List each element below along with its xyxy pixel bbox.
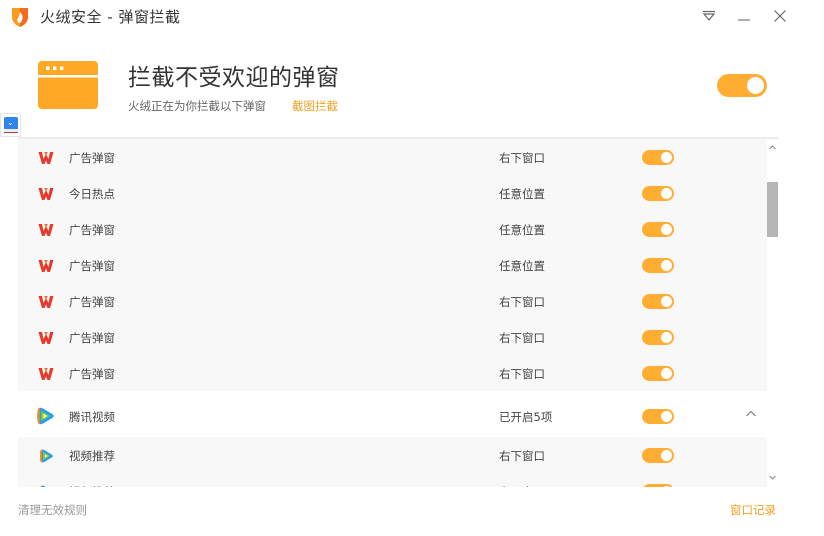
rule-toggle[interactable] <box>642 448 674 463</box>
rule-name: 广告弹窗 <box>69 259 115 273</box>
tencent-video-icon <box>38 484 54 487</box>
scroll-down-icon[interactable] <box>768 473 777 482</box>
rule-row: 广告弹窗 右下窗口 <box>18 139 767 175</box>
menu-button[interactable] <box>698 6 720 26</box>
popup-position: 任意位置 <box>499 223 545 237</box>
master-toggle[interactable] <box>717 74 767 97</box>
huorong-logo-icon <box>12 8 28 27</box>
tencent-video-icon <box>35 407 55 425</box>
clean-invalid-rules-link[interactable]: 清理无效规则 <box>18 502 87 518</box>
rule-row: 视频推荐 右下窗口 <box>18 473 767 487</box>
rule-toggle[interactable] <box>642 294 674 309</box>
rule-toggle[interactable] <box>642 366 674 381</box>
wps-icon <box>38 150 54 164</box>
wps-icon <box>38 186 54 200</box>
title-bar: 火绒安全 - 弹窗拦截 <box>0 0 824 34</box>
rule-name: 视频推荐 <box>69 484 115 487</box>
popup-position: 任意位置 <box>499 187 545 201</box>
rule-row: 广告弹窗 右下窗口 <box>18 319 767 355</box>
popup-window-icon <box>38 61 98 109</box>
window-log-link[interactable]: 窗口记录 <box>730 502 776 518</box>
scroll-up-icon[interactable] <box>768 143 777 152</box>
app-group-row: 腾讯视频 已开启5项 <box>18 395 767 437</box>
rule-name: 腾讯视频 <box>69 410 115 424</box>
popup-position: 右下窗口 <box>499 367 545 381</box>
close-button[interactable] <box>769 6 791 26</box>
rule-toggle[interactable] <box>642 258 674 273</box>
rule-name: 视频推荐 <box>69 449 115 463</box>
popup-rule-list: 广告弹窗 右下窗口 今日热点 任意位置 广告弹窗 任意位置 广告弹窗 任意位置 广告弹窗 右下窗口… <box>18 137 778 487</box>
rule-name: 广告弹窗 <box>69 367 115 381</box>
minimize-button[interactable] <box>733 6 755 26</box>
screenshot-block-link[interactable]: 截图拦截 <box>292 98 338 114</box>
popup-position: 右下窗口 <box>499 331 545 345</box>
vertical-scrollbar[interactable] <box>767 139 778 487</box>
rule-name: 今日热点 <box>69 187 115 201</box>
rule-row: 广告弹窗 任意位置 <box>18 211 767 247</box>
rule-row: 广告弹窗 任意位置 <box>18 247 767 283</box>
popup-blocker-window: 火绒安全 - 弹窗拦截 拦截不受欢迎的弹窗 火绒正在为你拦截以下弹窗 截图拦截 … <box>0 0 824 536</box>
rule-row: 视频推荐 右下窗口 <box>18 437 767 473</box>
popup-position: 右下窗口 <box>499 449 545 463</box>
popup-position: 右下窗口 <box>499 151 545 165</box>
chevron-up-icon[interactable] <box>745 408 757 420</box>
rule-row: 今日热点 任意位置 <box>18 175 767 211</box>
enabled-count: 已开启5项 <box>499 410 553 424</box>
rule-name: 广告弹窗 <box>69 331 115 345</box>
page-subtitle: 火绒正在为你拦截以下弹窗 <box>128 99 266 113</box>
rule-toggle[interactable] <box>642 484 674 487</box>
page-title: 拦截不受欢迎的弹窗 <box>128 65 340 91</box>
close-icon <box>774 10 786 22</box>
rule-row: 广告弹窗 右下窗口 <box>18 355 767 391</box>
rule-name: 广告弹窗 <box>69 223 115 237</box>
tencent-video-icon <box>38 448 54 463</box>
wps-icon <box>38 222 54 236</box>
rule-row: 广告弹窗 右下窗口 <box>18 283 767 319</box>
rule-toggle[interactable] <box>642 330 674 345</box>
rule-name: 广告弹窗 <box>69 295 115 309</box>
popup-position: 右下窗口 <box>499 295 545 309</box>
scrollbar-thumb[interactable] <box>767 182 778 237</box>
floating-widget[interactable]: ⌄ <box>0 113 21 137</box>
wps-icon <box>38 330 54 344</box>
wps-icon <box>38 366 54 380</box>
wps-icon <box>38 294 54 308</box>
rule-toggle[interactable] <box>642 409 674 424</box>
minimize-icon <box>738 19 750 21</box>
rule-toggle[interactable] <box>642 186 674 201</box>
window-title: 火绒安全 - 弹窗拦截 <box>40 8 181 26</box>
book-download-icon: ⌄ <box>4 117 18 133</box>
wps-icon <box>38 258 54 272</box>
popup-position: 右下窗口 <box>499 484 545 487</box>
rule-name: 广告弹窗 <box>69 151 115 165</box>
popup-position: 任意位置 <box>499 259 545 273</box>
rule-toggle[interactable] <box>642 222 674 237</box>
rule-toggle[interactable] <box>642 150 674 165</box>
dropdown-triangle-icon <box>702 10 716 21</box>
